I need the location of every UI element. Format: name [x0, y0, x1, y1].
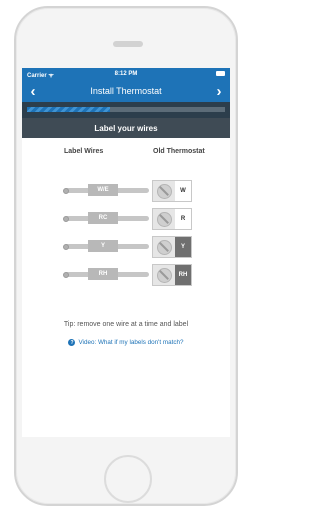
status-bar: Carrier ᯤ 8:12 PM — [22, 68, 230, 80]
terminal[interactable]: RH — [152, 264, 192, 286]
progress-bar-container — [22, 102, 230, 118]
wire-tag[interactable]: Y — [88, 240, 118, 252]
battery-icon — [216, 71, 225, 76]
wire-end — [63, 216, 69, 222]
back-chevron-icon[interactable]: ‹ — [22, 80, 44, 102]
screw-icon — [153, 265, 175, 285]
forward-chevron-icon[interactable]: › — [208, 80, 230, 102]
video-link-label[interactable]: Video: What if my labels don't match? — [78, 339, 183, 346]
home-button[interactable] — [104, 455, 152, 503]
video-link[interactable]: ? Video: What if my labels don't match? — [22, 339, 230, 346]
wire-row: RH RH — [22, 264, 230, 286]
column-headers: Label Wires Old Thermostat — [22, 138, 230, 158]
wire-row: Y Y — [22, 236, 230, 258]
nav-title: Install Thermostat — [90, 86, 162, 96]
help-icon: ? — [68, 339, 76, 346]
app-screen: Carrier ᯤ 8:12 PM ‹ Install Thermostat ›… — [22, 68, 230, 437]
status-time: 8:12 PM — [114, 71, 138, 77]
nav-bar: ‹ Install Thermostat › — [22, 80, 230, 102]
terminal[interactable]: R — [152, 208, 192, 230]
progress-fill — [27, 107, 111, 112]
wire-end — [63, 272, 69, 278]
terminal-label: RH — [175, 265, 191, 285]
terminal-label: Y — [175, 237, 191, 257]
screw-icon — [153, 237, 175, 257]
wire-row: W/E W — [22, 180, 230, 202]
section-title: Label your wires — [22, 118, 230, 138]
wire-tag[interactable]: RH — [88, 268, 118, 280]
wire-tag[interactable]: RC — [88, 212, 118, 224]
terminal-label: W — [180, 188, 186, 194]
speaker-grille — [113, 41, 143, 47]
wire-end — [63, 188, 69, 194]
terminal[interactable]: Y — [152, 236, 192, 258]
screw-icon — [153, 181, 175, 201]
wire-end — [63, 244, 69, 250]
terminal[interactable]: W — [152, 180, 192, 202]
terminal-label: R — [180, 216, 186, 222]
wire-tag[interactable]: W/E — [88, 184, 118, 196]
tip-text: Tip: remove one wire at a time and label — [63, 321, 189, 328]
old-thermostat-header: Old Thermostat — [153, 148, 205, 155]
wire-row: RC R — [22, 208, 230, 230]
screw-icon — [153, 209, 175, 229]
label-wires-header: Label Wires — [64, 148, 104, 155]
progress-track — [27, 107, 225, 112]
